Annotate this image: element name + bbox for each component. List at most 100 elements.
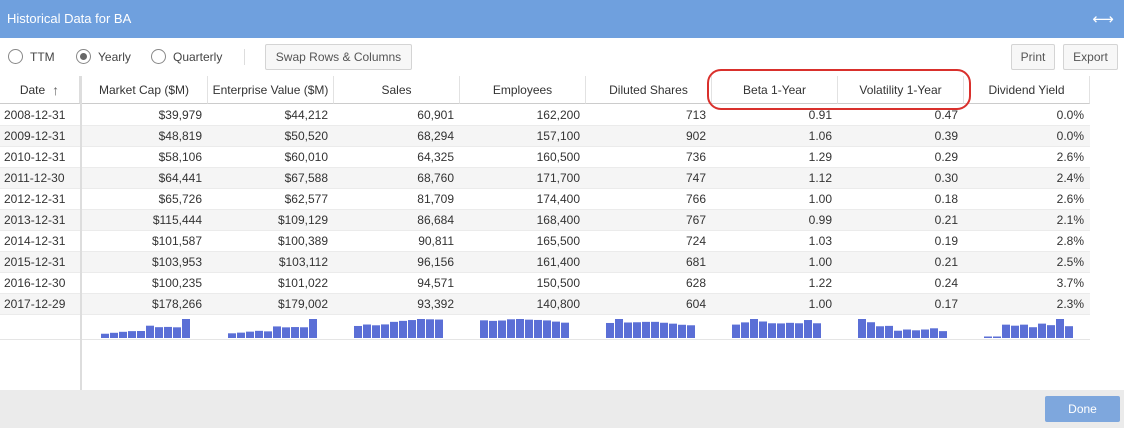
sparkline-chart — [228, 319, 317, 338]
table-row: 2015-12-31 $103,953 $103,112 96,156 161,400 6… — [0, 252, 1090, 273]
sparkline-chart — [984, 319, 1073, 338]
column-header-beta[interactable]: Beta 1-Year — [712, 76, 838, 104]
value-cell: 160,500 — [536, 150, 580, 164]
sparkline-bar — [264, 331, 272, 338]
sparkline-bar — [1011, 325, 1019, 338]
table-row: 2016-12-30 $100,235 $101,022 94,571 150,500 6… — [0, 273, 1090, 294]
sparkline-bar — [804, 320, 812, 338]
sparkline-bar — [606, 322, 614, 338]
sparkline-bar — [516, 319, 524, 338]
sparkline-bar — [363, 324, 371, 338]
done-button[interactable]: Done — [1045, 396, 1120, 422]
value-cell: $178,266 — [151, 297, 202, 311]
value-cell: 2.3% — [1056, 297, 1084, 311]
sparkline-bar — [426, 319, 434, 338]
value-cell: 736 — [685, 150, 706, 164]
table-row: 2008-12-31 $39,979 $44,212 60,901 162,200 713… — [0, 105, 1090, 126]
sparkline-row — [0, 316, 1090, 340]
period-yearly-radio[interactable]: Yearly — [76, 49, 131, 64]
value-cell: $65,726 — [158, 192, 202, 206]
sparkline-bar — [795, 323, 803, 338]
value-cell: $39,979 — [158, 108, 202, 122]
dialog-footer: Done — [0, 390, 1124, 428]
value-cell: 1.12 — [808, 171, 832, 185]
period-quarterly-radio[interactable]: Quarterly — [151, 49, 222, 64]
sparkline-bar — [164, 326, 172, 338]
column-header-date[interactable]: Date ↑ — [0, 76, 81, 104]
swap-rows-columns-button[interactable]: Swap Rows & Columns — [265, 44, 412, 70]
value-cell: 0.17 — [934, 297, 958, 311]
value-cell: 0.18 — [934, 192, 958, 206]
sparkline-bar — [984, 336, 992, 338]
sparkline-bar — [228, 333, 236, 338]
value-cell: 0.19 — [934, 234, 958, 248]
sparkline-bar — [633, 322, 641, 338]
sparkline-bar — [750, 319, 758, 338]
value-cell: $58,106 — [158, 150, 202, 164]
radio-selected-icon — [76, 49, 91, 64]
export-button[interactable]: Export — [1063, 44, 1118, 70]
sparkline-bar — [309, 319, 317, 338]
date-cell: 2009-12-31 — [4, 129, 66, 143]
value-cell: 1.29 — [808, 150, 832, 164]
column-header-dividend-yield[interactable]: Dividend Yield — [964, 76, 1090, 104]
sparkline-chart — [606, 319, 695, 338]
value-cell: 157,100 — [536, 129, 580, 143]
column-header-sales[interactable]: Sales — [334, 76, 460, 104]
column-header-employees[interactable]: Employees — [460, 76, 586, 104]
value-cell: 0.0% — [1056, 129, 1084, 143]
print-button[interactable]: Print — [1011, 44, 1055, 70]
value-cell: $115,444 — [152, 213, 202, 227]
value-cell: 0.29 — [934, 150, 958, 164]
value-cell: 747 — [685, 171, 706, 185]
column-header-market-cap[interactable]: Market Cap ($M) — [81, 76, 208, 104]
sparkline-bar — [921, 329, 929, 338]
value-cell: $44,212 — [284, 108, 328, 122]
value-cell: 2.6% — [1056, 192, 1084, 206]
column-header-enterprise-value[interactable]: Enterprise Value ($M) — [208, 76, 334, 104]
value-cell: 1.22 — [808, 276, 832, 290]
sparkline-bar — [128, 331, 136, 338]
sparkline-bar — [282, 327, 290, 338]
value-cell: 68,760 — [417, 171, 454, 185]
period-ttm-radio[interactable]: TTM — [8, 49, 55, 64]
sparkline-bar — [768, 323, 776, 338]
column-header-volatility[interactable]: Volatility 1-Year — [838, 76, 964, 104]
sparkline-bar — [246, 331, 254, 338]
date-cell: 2016-12-30 — [4, 276, 66, 290]
value-cell: 0.39 — [934, 129, 958, 143]
sparkline-bar — [930, 328, 938, 338]
sparkline-bar — [110, 332, 118, 338]
date-cell: 2017-12-29 — [4, 297, 66, 311]
sparkline-bar — [858, 319, 866, 338]
period-yearly-label: Yearly — [98, 49, 131, 64]
value-cell: $60,010 — [284, 150, 328, 164]
sparkline-bar — [1020, 324, 1028, 338]
period-quarterly-label: Quarterly — [173, 49, 223, 64]
date-column-divider — [80, 76, 82, 390]
value-cell: $48,819 — [158, 129, 202, 143]
value-cell: 0.21 — [934, 255, 958, 269]
sparkline-bar — [137, 330, 145, 338]
value-cell: 0.0% — [1056, 108, 1084, 122]
value-cell: 0.24 — [934, 276, 958, 290]
date-cell: 2014-12-31 — [4, 234, 66, 248]
value-cell: 162,200 — [536, 108, 580, 122]
sparkline-chart — [354, 319, 443, 338]
value-cell: 0.99 — [808, 213, 832, 227]
value-cell: 161,400 — [536, 255, 580, 269]
sparkline-bar — [669, 323, 677, 338]
sparkline-bar — [993, 336, 1001, 338]
sparkline-bar — [777, 323, 785, 338]
table-row: 2012-12-31 $65,726 $62,577 81,709 174,400 766… — [0, 189, 1090, 210]
toolbar-divider — [244, 49, 245, 65]
dialog-title: Historical Data for BA — [7, 11, 132, 26]
value-cell: 94,571 — [417, 276, 454, 290]
sparkline-bar — [525, 319, 533, 338]
sparkline-bar — [615, 319, 623, 338]
horizontal-expand-icon[interactable]: ⟷ — [1090, 7, 1116, 31]
sparkline-chart — [101, 319, 190, 338]
value-cell: 86,684 — [417, 213, 454, 227]
value-cell: $67,588 — [284, 171, 328, 185]
column-header-diluted-shares[interactable]: Diluted Shares — [586, 76, 712, 104]
